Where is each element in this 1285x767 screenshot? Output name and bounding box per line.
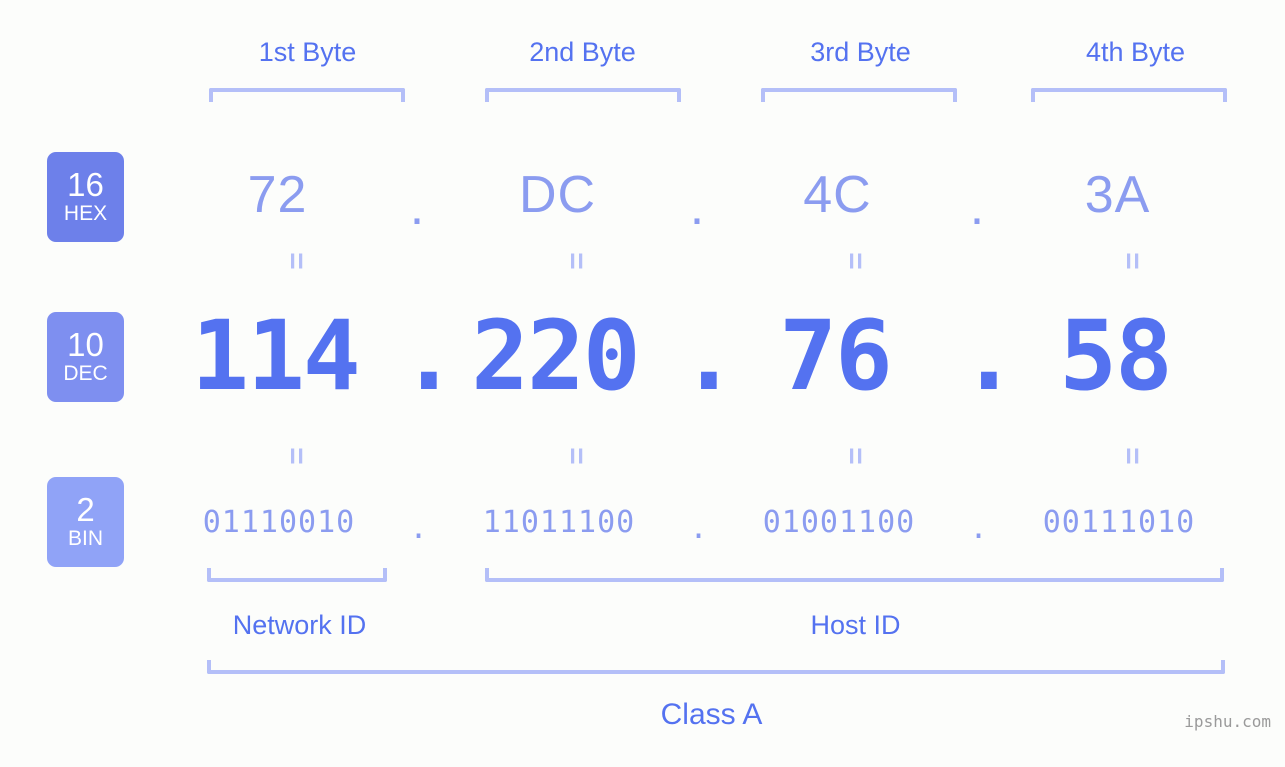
bin-separator-2: . [689, 511, 709, 546]
network-id-label: Network ID [232, 610, 367, 640]
dec-byte-4: 58 [1059, 300, 1173, 412]
badge-hex-base: 16 [67, 166, 104, 203]
bin-byte-3: 01001100 [762, 505, 916, 540]
network-id-bracket [207, 568, 387, 582]
badge-bin: 2 BIN [47, 477, 124, 567]
equals-hex-dec-2: = [559, 252, 593, 270]
byte-bracket-1 [209, 88, 405, 102]
bin-byte-1: 01110010 [202, 505, 356, 540]
equals-dec-bin-4: = [1115, 447, 1149, 465]
bin-separator-3: . [969, 511, 989, 546]
byte-header-4: 4th Byte [1085, 37, 1186, 67]
ip-address-breakdown-diagram: 1st Byte 2nd Byte 3rd Byte 4th Byte 16 H… [0, 0, 1285, 767]
dec-byte-2: 220 [471, 300, 640, 412]
badge-dec-base: 10 [67, 326, 104, 363]
hex-separator-1: . [409, 178, 426, 236]
badge-bin-name: BIN [67, 527, 103, 550]
badge-dec: 10 DEC [47, 312, 124, 402]
hex-byte-2: DC [518, 166, 597, 224]
equals-dec-bin-3: = [838, 447, 872, 465]
dec-separator-2: . [680, 300, 738, 412]
byte-bracket-3 [761, 88, 957, 102]
byte-bracket-2 [485, 88, 681, 102]
bin-row: 01110010 . 11011100 . 01001100 . 0011101… [150, 495, 1270, 550]
bin-byte-4: 00111010 [1042, 505, 1196, 540]
byte-header-1: 1st Byte [258, 37, 357, 67]
dec-row: 114 . 220 . 76 . 58 [150, 296, 1270, 416]
hex-separator-3: . [969, 178, 986, 236]
equals-hex-dec-1: = [279, 252, 313, 270]
class-label: Class A [660, 698, 763, 731]
hex-byte-1: 72 [247, 166, 308, 224]
bin-byte-2: 11011100 [482, 505, 636, 540]
equals-hex-dec-4: = [1115, 252, 1149, 270]
equals-dec-bin-2: = [559, 447, 593, 465]
equals-dec-bin-1: = [279, 447, 313, 465]
host-id-label: Host ID [810, 610, 901, 640]
hex-row: 72 . DC . 4C . 3A [150, 155, 1270, 236]
host-id-bracket [485, 568, 1224, 582]
badge-dec-name: DEC [63, 362, 108, 385]
class-bracket [207, 660, 1225, 674]
site-watermark: ipshu.com [1184, 712, 1271, 731]
bin-separator-1: . [409, 511, 429, 546]
hex-separator-2: . [689, 178, 706, 236]
equals-hex-dec-3: = [838, 252, 872, 270]
byte-header-2: 2nd Byte [529, 37, 636, 67]
badge-hex-name: HEX [63, 202, 108, 225]
dec-byte-1: 114 [191, 300, 360, 412]
badge-hex: 16 HEX [47, 152, 124, 242]
hex-byte-3: 4C [803, 166, 872, 224]
byte-header-3: 3rd Byte [810, 37, 911, 67]
badge-bin-base: 2 [76, 491, 95, 528]
dec-separator-3: . [960, 300, 1018, 412]
byte-bracket-4 [1031, 88, 1227, 102]
hex-byte-4: 3A [1084, 166, 1151, 224]
dec-byte-3: 76 [779, 300, 893, 412]
dec-separator-1: . [400, 300, 458, 412]
